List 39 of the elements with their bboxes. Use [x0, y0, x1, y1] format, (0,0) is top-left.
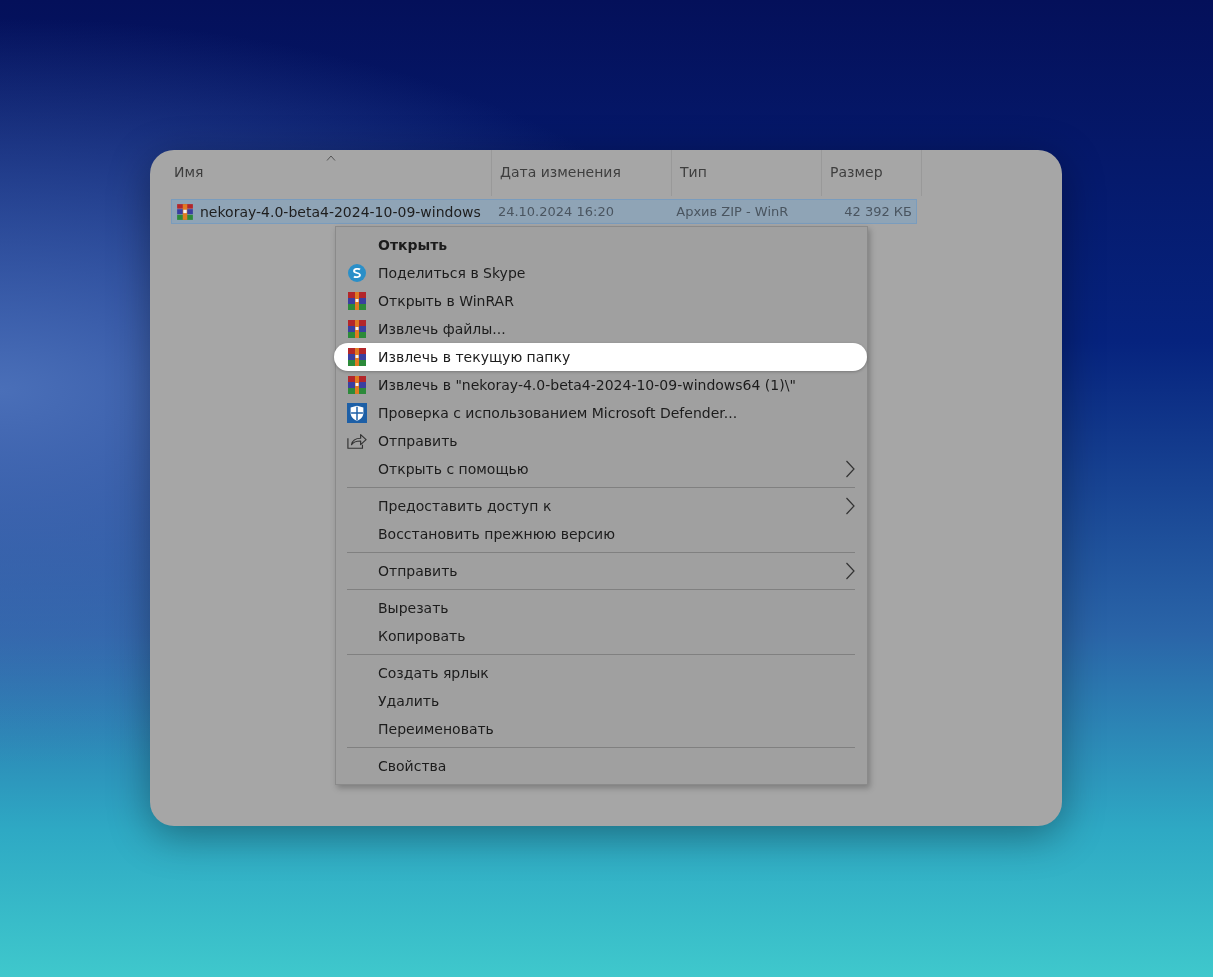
sort-caret-icon: [325, 155, 336, 161]
menu-item[interactable]: Предоставить доступ к: [347, 492, 855, 520]
menu-item[interactable]: Восстановить прежнюю версию: [347, 520, 855, 548]
menu-item[interactable]: Переименовать: [347, 715, 855, 743]
menu-item[interactable]: Извлечь в текущую папку: [334, 343, 867, 371]
chevron-right-icon: [845, 460, 855, 478]
menu-item[interactable]: Отправить: [347, 427, 855, 455]
chevron-right-icon: [845, 497, 855, 515]
menu-item[interactable]: Извлечь файлы...: [347, 315, 855, 343]
archive-icon: [176, 202, 194, 221]
menu-item[interactable]: Проверка с использованием Microsoft Defender...: [347, 399, 855, 427]
menu-item[interactable]: Открыть в WinRAR: [347, 287, 855, 315]
column-header[interactable]: Имя: [170, 150, 492, 196]
share-icon: [347, 431, 367, 451]
menu-item[interactable]: Извлечь в "nekoray-4.0-beta4-2024-10-09-windows64 (1)\": [347, 371, 855, 399]
archive-icon: [347, 375, 367, 395]
menu-item[interactable]: Удалить: [347, 687, 855, 715]
menu-item[interactable]: Открыть с помощью: [347, 455, 855, 483]
shield-icon: [347, 403, 367, 423]
file-size: 42 392 КБ: [843, 204, 913, 219]
skype-icon: [347, 263, 367, 283]
menu-item[interactable]: Поделиться в Skype: [347, 259, 855, 287]
column-header[interactable]: Тип: [672, 150, 822, 196]
archive-icon: [347, 347, 367, 367]
file-row[interactable]: nekoray-4.0-beta4-2024-10-09-windows 24.10.2024 16:20 Архив ZIP - WinR 42 392 КБ: [171, 199, 917, 224]
menu-item[interactable]: Открыть: [347, 231, 855, 259]
archive-icon: [347, 291, 367, 311]
file-type: Архив ZIP - WinR: [675, 204, 790, 219]
file-date: 24.10.2024 16:20: [496, 204, 615, 219]
menu-item[interactable]: Свойства: [347, 752, 855, 780]
menu-item[interactable]: Создать ярлык: [347, 659, 855, 687]
menu-item[interactable]: Отправить: [347, 557, 855, 585]
menu-item[interactable]: Вырезать: [347, 594, 855, 622]
chevron-right-icon: [845, 562, 855, 580]
column-header[interactable]: Размер: [822, 150, 922, 196]
archive-icon: [347, 319, 367, 339]
column-header[interactable]: Дата изменения: [492, 150, 672, 196]
menu-item[interactable]: Копировать: [347, 622, 855, 650]
file-name: nekoray-4.0-beta4-2024-10-09-windows: [200, 203, 481, 220]
